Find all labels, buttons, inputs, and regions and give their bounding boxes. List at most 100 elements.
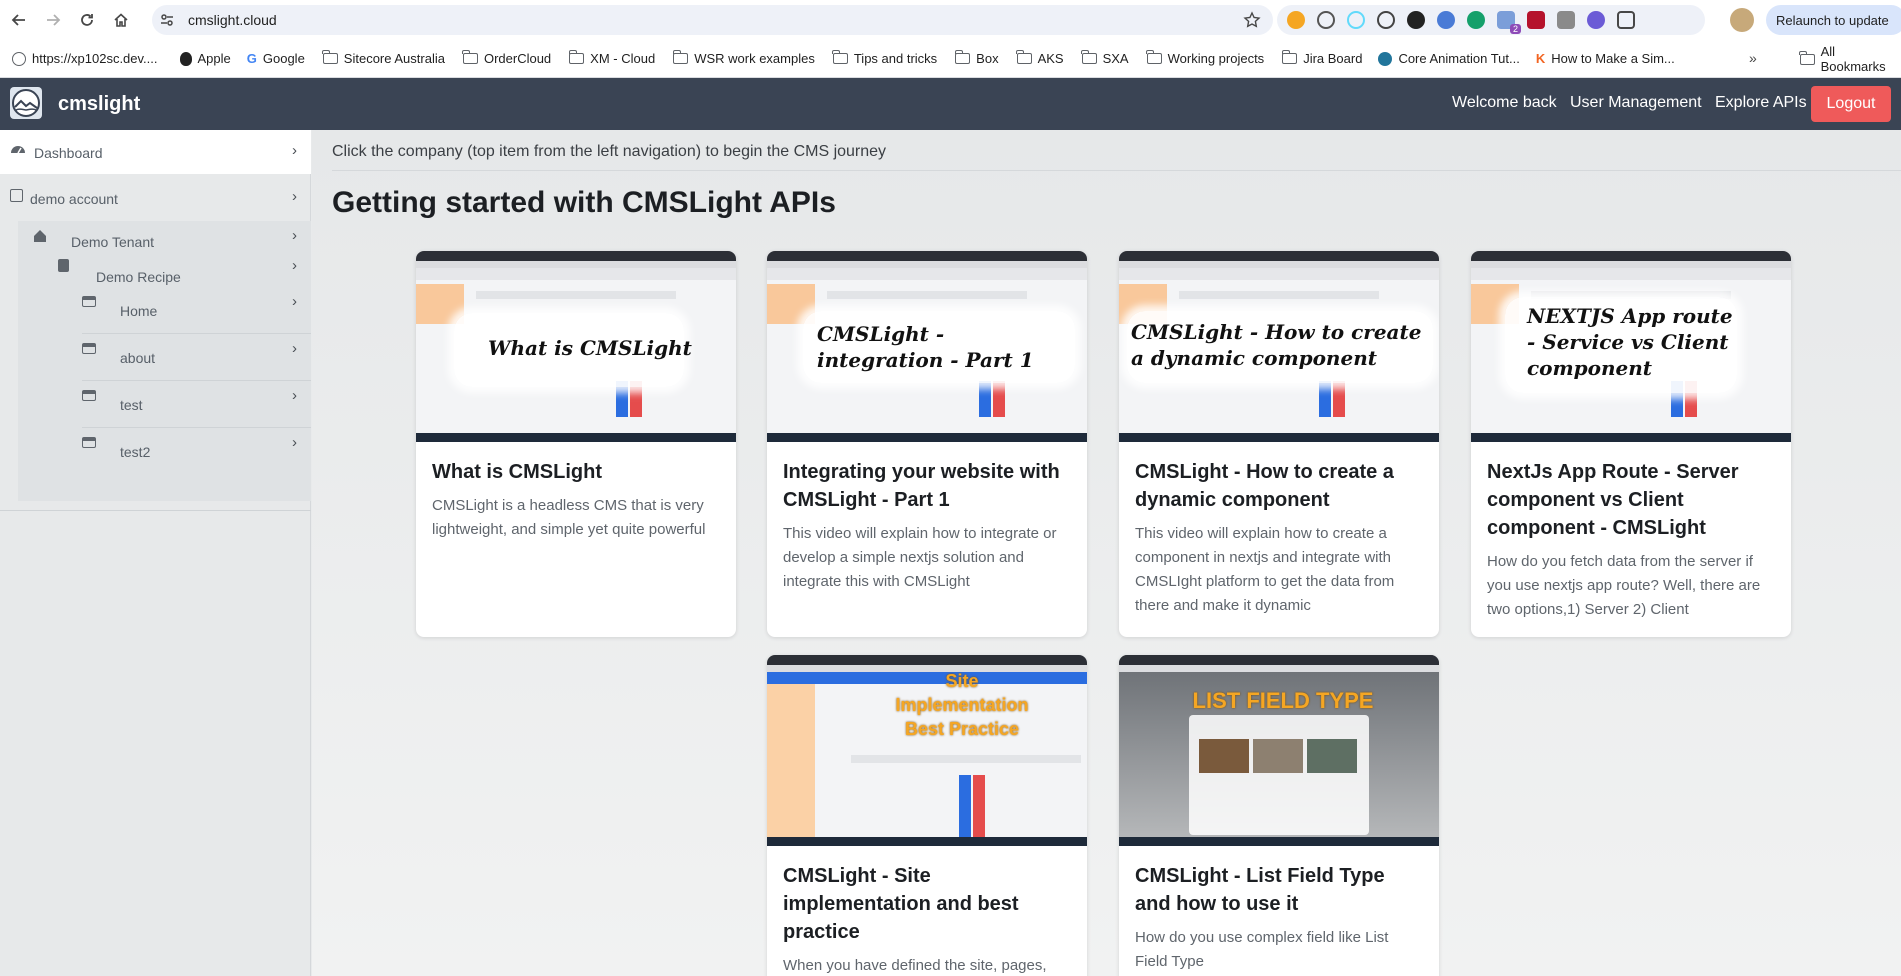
card-title[interactable]: CMSLight - How to create a dynamic compo…	[1135, 458, 1423, 514]
bookmark-item[interactable]: AKS	[1015, 50, 1064, 66]
page-icon	[82, 296, 96, 307]
main-content: Click the company (top item from the lef…	[312, 130, 1901, 976]
card-description: How do you use complex field like List F…	[1135, 929, 1389, 970]
video-card[interactable]: CMSLight - How to create a dynamic compo…	[1119, 251, 1439, 637]
bookmark-item[interactable]: G Google	[247, 51, 305, 66]
extension-icon[interactable]: 2	[1497, 11, 1521, 34]
bookmark-item[interactable]: Tips and tricks	[832, 50, 938, 66]
video-thumbnail[interactable]: CMSLight - How to create a dynamic compo…	[1119, 251, 1439, 442]
page-icon	[82, 390, 96, 401]
react-icon[interactable]	[1347, 11, 1365, 29]
bookmark-item[interactable]: SXA	[1080, 50, 1129, 66]
more-bookmarks-button[interactable]: »	[1749, 50, 1757, 66]
bookmark-item[interactable]: XM - Cloud	[568, 50, 655, 66]
bookmark-label: Apple	[197, 51, 231, 66]
bookmark-item[interactable]: https://xp102sc.dev....	[12, 51, 158, 66]
puzzle-icon[interactable]	[1617, 11, 1635, 29]
site-settings-icon[interactable]	[152, 12, 182, 28]
bookmark-label: Core Animation Tut...	[1398, 51, 1520, 66]
video-card[interactable]: What is CMSLight What is CMSLight CMSLig…	[416, 251, 736, 637]
extension-icon[interactable]	[1587, 11, 1605, 29]
card-title[interactable]: CMSLight - Site implementation and best …	[783, 862, 1071, 946]
video-card[interactable]: Site Implementation Best Practice CMSLig…	[767, 655, 1087, 976]
all-bookmarks-button[interactable]: All Bookmarks	[1799, 40, 1901, 78]
bookmark-label: Jira Board	[1303, 51, 1363, 66]
bookmark-item[interactable]: WSR work examples	[672, 50, 815, 66]
card-description: When you have defined the site, pages,	[783, 957, 1047, 974]
sidebar-item-page[interactable]: Home ›	[18, 287, 311, 333]
extension-icon[interactable]	[1377, 11, 1395, 29]
folder-icon	[954, 50, 971, 64]
camera-icon[interactable]	[1557, 11, 1575, 29]
account-icon	[10, 189, 23, 202]
logout-button[interactable]: Logout	[1811, 86, 1891, 122]
sidebar-item-page[interactable]: test2 ›	[18, 428, 311, 474]
sidebar-item-page[interactable]: about ›	[18, 334, 311, 380]
folder-icon	[1080, 50, 1097, 64]
profile-avatar[interactable]	[1730, 8, 1754, 32]
home-icon[interactable]	[106, 5, 136, 35]
bookmark-label: Tips and tricks	[853, 51, 938, 66]
bookmark-item[interactable]: Box	[954, 50, 999, 66]
card-title[interactable]: NextJs App Route - Server component vs C…	[1487, 458, 1775, 542]
card-description: CMSLight is a headless CMS that is very …	[432, 497, 706, 538]
card-title[interactable]: What is CMSLight	[432, 458, 720, 486]
sidebar-item-page[interactable]: test ›	[18, 381, 311, 427]
reload-icon[interactable]	[72, 5, 102, 35]
video-thumbnail[interactable]: LIST FIELD TYPE	[1119, 655, 1439, 846]
k-icon: K	[1535, 51, 1546, 66]
url-text[interactable]: cmslight.cloud	[188, 12, 277, 28]
bookmark-label: WSR work examples	[694, 51, 815, 66]
extension-icon[interactable]	[1407, 11, 1425, 29]
card-description: This video will explain how to create a …	[1135, 525, 1395, 614]
address-bar[interactable]: cmslight.cloud	[152, 5, 1273, 35]
all-bookmarks-label: All Bookmarks	[1820, 44, 1886, 74]
brand-name[interactable]: cmslight	[58, 93, 140, 116]
bookmark-item[interactable]: Sitecore Australia	[322, 50, 445, 66]
chevron-right-icon: ›	[292, 227, 297, 244]
folder-icon	[462, 50, 478, 64]
sidebar-item-tenant[interactable]: Demo Tenant ›	[18, 221, 311, 255]
bookmarks-bar: https://xp102sc.dev.... Apple G Google Si…	[0, 40, 1901, 78]
extension-icon[interactable]	[1317, 11, 1335, 29]
back-icon[interactable]	[4, 5, 34, 35]
bookmark-star-icon[interactable]	[1243, 11, 1261, 34]
book-icon	[58, 259, 69, 272]
google-icon: G	[246, 51, 257, 66]
video-thumbnail[interactable]: NEXTJS App route - Service vs Client com…	[1471, 251, 1791, 442]
extension-icon[interactable]	[1527, 11, 1545, 29]
bookmark-item[interactable]: Jira Board	[1281, 50, 1363, 66]
grammarly-icon[interactable]	[1467, 11, 1485, 29]
video-card[interactable]: LIST FIELD TYPE CMSLight - List Field Ty…	[1119, 655, 1439, 976]
extension-icon[interactable]	[1437, 11, 1455, 29]
video-thumbnail[interactable]: Site Implementation Best Practice	[767, 655, 1087, 846]
sidebar-label: Home	[120, 303, 158, 319]
video-card[interactable]: NEXTJS App route - Service vs Client com…	[1471, 251, 1791, 637]
sidebar-item-dashboard[interactable]: Dashboard ›	[0, 130, 311, 174]
explore-apis-link[interactable]: Explore APIs	[1715, 94, 1807, 112]
bookmark-item[interactable]: Core Animation Tut...	[1378, 51, 1520, 66]
bookmark-item[interactable]: Working projects	[1146, 50, 1264, 66]
extension-icon[interactable]	[1287, 11, 1305, 29]
logo-icon[interactable]	[10, 87, 42, 119]
relaunch-button[interactable]: Relaunch to update	[1766, 5, 1901, 35]
video-thumbnail[interactable]: What is CMSLight	[416, 251, 736, 442]
card-title[interactable]: Integrating your website with CMSLight -…	[783, 458, 1071, 514]
divider	[332, 170, 1901, 171]
extensions-bar: 2	[1277, 5, 1705, 35]
video-card[interactable]: CMSLight - integration - Part 1 Integrat…	[767, 251, 1087, 637]
bookmark-item[interactable]: OrderCloud	[462, 50, 551, 66]
bookmark-item[interactable]: K How to Make a Sim...	[1536, 51, 1675, 66]
sidebar-label: Dashboard	[34, 145, 103, 161]
card-title[interactable]: CMSLight - List Field Type and how to us…	[1135, 862, 1423, 918]
sidebar-item-recipe[interactable]: Demo Recipe ›	[18, 255, 311, 287]
chevron-right-icon: ›	[292, 387, 297, 404]
user-management-link[interactable]: User Management	[1570, 94, 1702, 112]
chevron-right-icon: ›	[292, 340, 297, 357]
bookmark-item[interactable]: Apple	[179, 51, 231, 66]
apple-icon	[179, 51, 192, 66]
video-thumbnail[interactable]: CMSLight - integration - Part 1	[767, 251, 1087, 442]
chevron-right-icon: ›	[292, 434, 297, 451]
forward-icon[interactable]	[38, 5, 68, 35]
sidebar-item-account[interactable]: demo account ›	[0, 174, 311, 220]
